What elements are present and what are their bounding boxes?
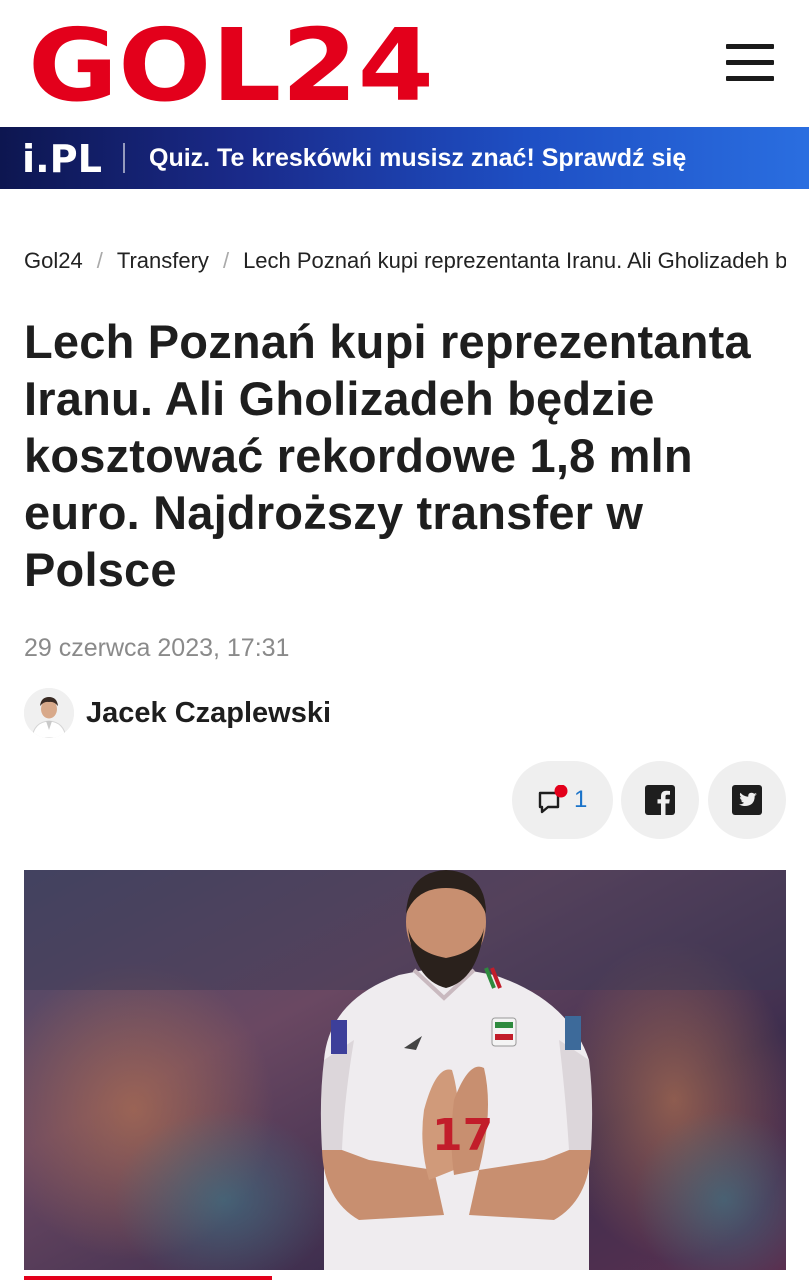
breadcrumb-item-current: Lech Poznań kupi reprezentanta Iranu. Al…	[243, 248, 786, 273]
facebook-icon	[645, 785, 675, 815]
article-title: Lech Poznań kupi reprezentanta Iranu. Al…	[24, 315, 751, 596]
breadcrumb: Gol24 / Transfery / Lech Poznań kupi repreze…	[24, 245, 786, 277]
author-avatar[interactable]	[24, 688, 74, 738]
gol24-logo[interactable]: GOL24	[28, 22, 438, 108]
breadcrumb-separator: /	[222, 248, 230, 273]
article-page: GOL24 i.PL Quiz. Te kreskówki musisz zna…	[0, 0, 809, 1280]
comment-count: 1	[574, 786, 588, 813]
promo-banner[interactable]: i.PL Quiz. Te kreskówki musisz znać! Spr…	[0, 127, 809, 189]
comment-bubble-icon	[538, 785, 568, 814]
article-hero-image[interactable]: 17	[24, 870, 786, 1270]
author-name[interactable]: Jacek Czaplewski	[86, 688, 331, 738]
breadcrumb-item-transfers[interactable]: Transfery	[117, 248, 209, 273]
svg-text:i.PL: i.PL	[22, 141, 102, 175]
breadcrumb-item-home[interactable]: Gol24	[24, 248, 83, 273]
site-header: GOL24	[0, 0, 809, 127]
ipl-logo: i.PL	[22, 141, 102, 175]
hamburger-menu-icon[interactable]	[722, 40, 778, 86]
svg-text:17: 17	[432, 1110, 493, 1161]
facebook-share-button[interactable]	[621, 761, 699, 839]
article-date: 29 czerwca 2023, 17:31	[24, 634, 290, 662]
twitter-share-button[interactable]	[708, 761, 786, 839]
twitter-icon	[732, 785, 762, 815]
banner-text[interactable]: Quiz. Te kreskówki musisz znać! Sprawdź …	[149, 127, 686, 189]
breadcrumb-separator: /	[96, 248, 103, 273]
comments-button[interactable]: 1	[512, 761, 613, 839]
banner-divider	[123, 143, 125, 173]
svg-text:GOL24: GOL24	[28, 22, 434, 108]
image-accent-line	[24, 1276, 272, 1280]
